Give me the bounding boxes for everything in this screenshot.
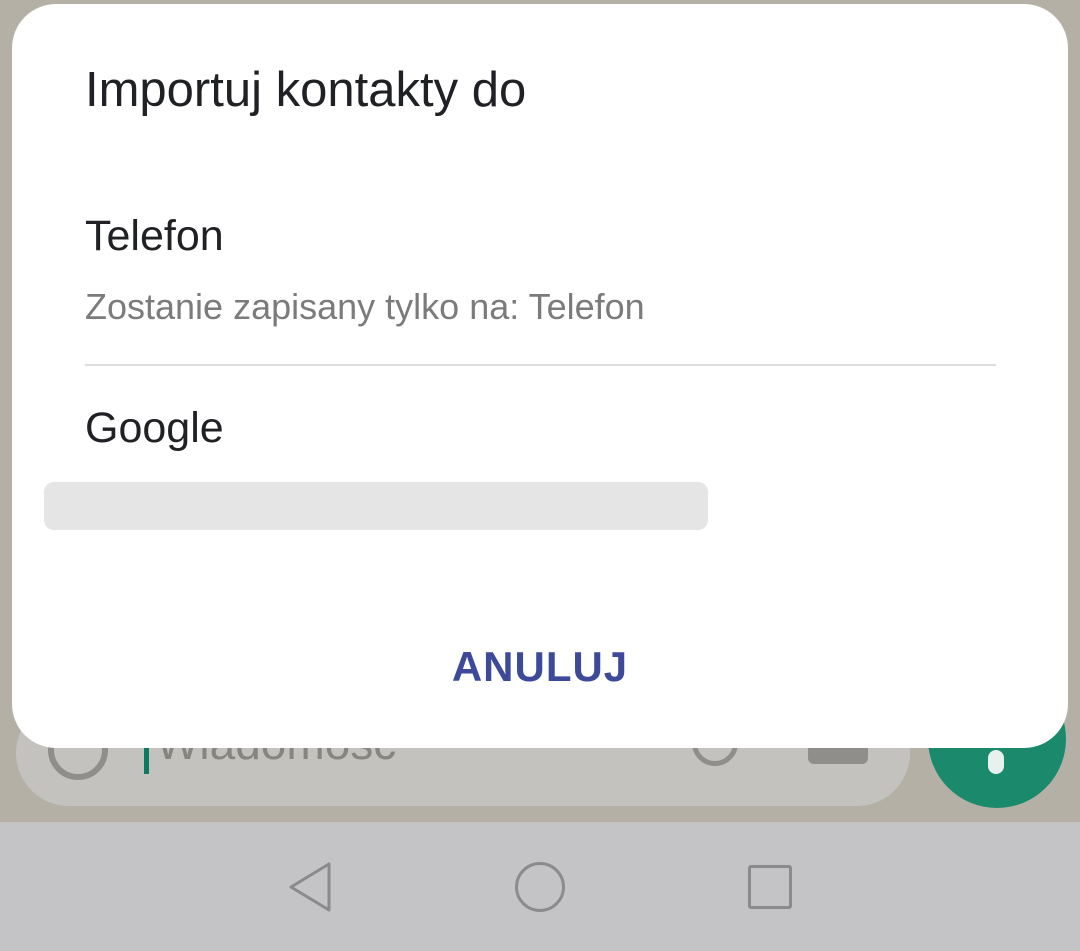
import-contacts-dialog: Importuj kontakty do Telefon Zostanie za… <box>12 4 1068 748</box>
option-title: Telefon <box>85 212 224 260</box>
mic-icon <box>988 750 1004 774</box>
recent-apps-icon <box>748 865 792 909</box>
redacted-account-block <box>44 482 708 530</box>
back-icon <box>289 862 331 912</box>
home-icon <box>515 862 565 912</box>
home-button[interactable] <box>500 852 580 922</box>
option-divider <box>85 364 996 366</box>
cancel-button[interactable]: ANULUJ <box>432 622 648 712</box>
navigation-bar <box>0 822 1080 951</box>
back-button[interactable] <box>270 852 350 922</box>
option-subtitle: Zostanie zapisany tylko na: Telefon <box>85 286 645 327</box>
option-title: Google <box>85 404 224 452</box>
recent-apps-button[interactable] <box>730 852 810 922</box>
dialog-title: Importuj kontakty do <box>85 63 527 117</box>
option-telefon[interactable]: Telefon Zostanie zapisany tylko na: Tele… <box>85 212 996 364</box>
